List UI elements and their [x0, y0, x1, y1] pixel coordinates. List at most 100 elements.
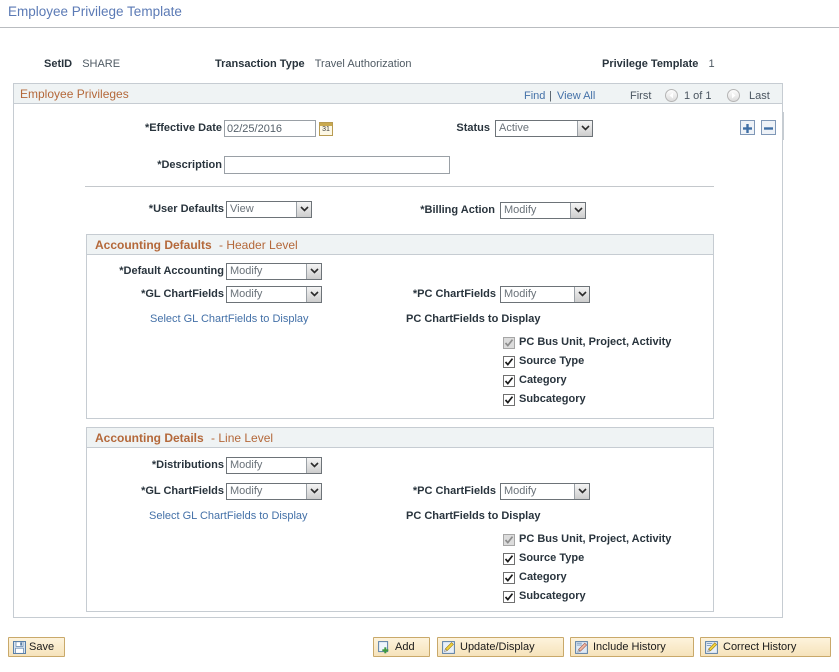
add-row-button[interactable] — [740, 120, 755, 135]
page-indicator: 1 of 1 — [684, 90, 712, 102]
save-button[interactable]: Save — [8, 637, 65, 657]
chevron-down-icon — [574, 287, 589, 302]
header-checkbox-label-0: PC Bus Unit, Project, Activity — [519, 336, 671, 348]
header-pc-chartfields-select-value: Modify — [504, 288, 536, 300]
header-pc-chartfields-to-display-label: PC ChartFields to Display — [406, 313, 540, 325]
billing-action-label: *Billing Action — [395, 204, 495, 216]
line-pc-chartfields-select[interactable]: Modify — [500, 483, 590, 500]
status-select[interactable]: Active — [495, 120, 593, 137]
line-level-title-sub: - Line Level — [211, 431, 273, 445]
distributions-label: *Distributions — [108, 459, 224, 471]
page-title: Employee Privilege Template — [8, 4, 182, 19]
header-level-group-header: Accounting Defaults - Header Level — [87, 235, 713, 255]
history-pencil-icon — [575, 641, 588, 654]
description-label: *Description — [112, 159, 222, 171]
header-gl-chartfields-select-value: Modify — [230, 288, 262, 300]
delete-row-button[interactable] — [761, 120, 776, 135]
checkbox-icon — [503, 553, 515, 565]
chevron-down-icon — [570, 203, 585, 218]
header-pc-chartfields-select[interactable]: Modify — [500, 286, 590, 303]
line-pc-chartfields-to-display-label: PC ChartFields to Display — [406, 510, 540, 522]
line-gl-chartfields-select-value: Modify — [230, 485, 262, 497]
checkbox-icon — [503, 591, 515, 603]
correct-history-button-label: Correct History — [723, 641, 796, 653]
keyfield-transaction-type-value: Travel Authorization — [315, 58, 412, 70]
user-defaults-select[interactable]: View — [226, 201, 312, 218]
description-input[interactable] — [224, 156, 450, 174]
chevron-down-icon — [306, 287, 321, 302]
calendar-icon-day: 31 — [320, 125, 332, 134]
keyfield-privilege-template: Privilege Template 1 — [602, 58, 715, 70]
keyfield-setid-value: SHARE — [82, 58, 120, 70]
distributions-select[interactable]: Modify — [226, 457, 322, 474]
keyfield-privilege-template-label: Privilege Template — [602, 58, 698, 70]
keyfield-setid-label: SetID — [44, 58, 72, 70]
status-select-value: Active — [499, 122, 529, 134]
line-gl-chartfields-select[interactable]: Modify — [226, 483, 322, 500]
find-viewall-separator: | — [549, 90, 552, 102]
view-all-link[interactable]: View All — [557, 90, 595, 102]
keyfield-transaction-type: Transaction Type Travel Authorization — [215, 58, 412, 70]
line-gl-chartfields-label: *GL ChartFields — [108, 485, 224, 497]
find-link[interactable]: Find — [524, 90, 545, 102]
row-buttons-divider — [783, 112, 784, 140]
keyfield-transaction-type-label: Transaction Type — [215, 58, 305, 70]
header-checkbox-label-1: Source Type — [519, 355, 584, 367]
effective-date-input[interactable] — [224, 120, 316, 137]
line-pc-chartfields-select-value: Modify — [504, 485, 536, 497]
chevron-down-icon — [574, 484, 589, 499]
checkbox-icon — [503, 534, 515, 546]
default-accounting-label: *Default Accounting — [108, 265, 224, 277]
save-disk-icon — [13, 641, 26, 654]
update-display-button[interactable]: Update/Display — [437, 637, 564, 657]
keyfield-privilege-template-value: 1 — [708, 58, 714, 70]
first-label[interactable]: First — [630, 90, 651, 102]
header-pc-chartfields-label: *PC ChartFields — [390, 288, 496, 300]
default-accounting-select-value: Modify — [230, 265, 262, 277]
next-page-arrow-icon[interactable] — [727, 89, 740, 102]
header-level-title-sub: - Header Level — [219, 238, 298, 252]
correct-pencil-icon — [705, 641, 718, 654]
chevron-down-icon — [577, 121, 592, 136]
line-select-gl-chartfields-link[interactable]: Select GL ChartFields to Display — [149, 510, 308, 522]
billing-action-select[interactable]: Modify — [500, 202, 586, 219]
effective-date-label: *Effective Date — [112, 122, 222, 134]
chevron-down-icon — [306, 484, 321, 499]
line-level-group-header: Accounting Details - Line Level — [87, 428, 713, 448]
header-gl-chartfields-select[interactable]: Modify — [226, 286, 322, 303]
include-history-button[interactable]: Include History — [570, 637, 694, 657]
correct-history-button[interactable]: Correct History — [700, 637, 831, 657]
page-title-bar: Employee Privilege Template — [0, 0, 839, 28]
pencil-icon — [442, 641, 455, 654]
header-gl-chartfields-label: *GL ChartFields — [108, 288, 224, 300]
add-page-icon — [378, 641, 391, 654]
checkbox-icon — [503, 394, 515, 406]
default-accounting-select[interactable]: Modify — [226, 263, 322, 280]
header-level-group-title: Accounting Defaults - Header Level — [95, 238, 298, 252]
user-defaults-label: *User Defaults — [114, 203, 224, 215]
header-checkbox-label-3: Subcategory — [519, 393, 586, 405]
checkbox-icon — [503, 356, 515, 368]
last-label[interactable]: Last — [749, 90, 770, 102]
billing-action-select-value: Modify — [504, 204, 536, 216]
section-divider — [85, 186, 714, 187]
chevron-down-icon — [296, 202, 311, 217]
line-checkbox-label-0: PC Bus Unit, Project, Activity — [519, 533, 671, 545]
chevron-down-icon — [306, 458, 321, 473]
keyfield-setid: SetID SHARE — [44, 58, 120, 70]
grid-title: Employee Privileges — [20, 87, 129, 101]
calendar-icon[interactable]: 31 — [319, 122, 333, 136]
accounting-defaults-header-level-group: Accounting Defaults - Header Level — [86, 234, 714, 419]
line-pc-chartfields-label: *PC ChartFields — [390, 485, 496, 497]
header-select-gl-chartfields-link[interactable]: Select GL ChartFields to Display — [150, 313, 309, 325]
header-checkbox-label-2: Category — [519, 374, 567, 386]
line-level-group-title: Accounting Details - Line Level — [95, 431, 273, 445]
checkbox-icon — [503, 337, 515, 349]
update-display-button-label: Update/Display — [460, 641, 535, 653]
previous-page-arrow-icon[interactable] — [665, 89, 678, 102]
line-checkbox-label-2: Category — [519, 571, 567, 583]
add-button[interactable]: Add — [373, 637, 430, 657]
status-label: Status — [400, 122, 490, 134]
checkbox-icon — [503, 572, 515, 584]
line-level-title-main: Accounting Details — [95, 431, 204, 445]
